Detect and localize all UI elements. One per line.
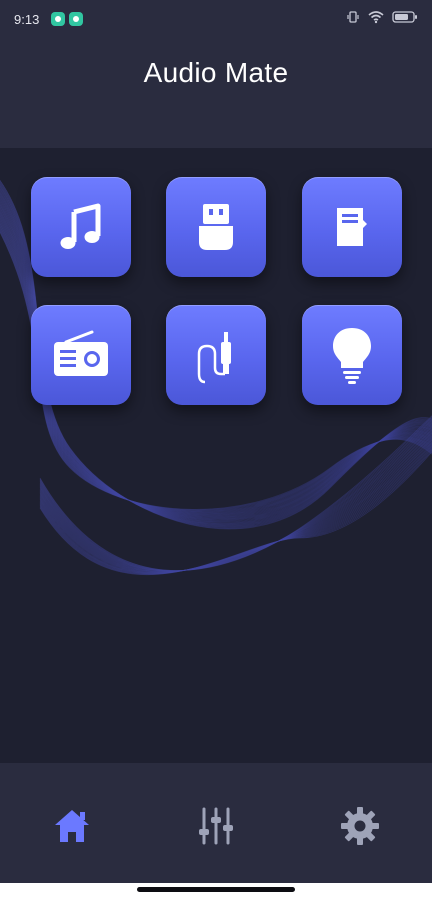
equalizer-icon — [199, 807, 233, 845]
sd-card-tile[interactable] — [302, 177, 402, 277]
home-icon — [55, 810, 89, 842]
status-bar: 9:13 — [0, 0, 432, 40]
radio-tile[interactable] — [31, 305, 131, 405]
status-icons — [346, 10, 418, 29]
nav-home-button[interactable] — [52, 806, 92, 846]
nav-equalizer-button[interactable] — [196, 806, 236, 846]
nav-settings-button[interactable] — [340, 806, 380, 846]
notification-app-icon — [51, 12, 65, 26]
app-header: Audio Mate — [0, 40, 432, 148]
gear-icon — [341, 807, 379, 845]
usb-drive-icon — [199, 204, 233, 250]
light-bulb-icon — [333, 328, 371, 384]
sd-card-icon — [337, 208, 367, 246]
music-note-icon — [60, 203, 101, 249]
light-tile[interactable] — [302, 305, 402, 405]
home-indicator[interactable] — [137, 887, 295, 892]
notification-app-icon — [69, 12, 83, 26]
aux-tile[interactable] — [166, 305, 266, 405]
music-tile[interactable] — [31, 177, 131, 277]
status-time: 9:13 — [14, 12, 40, 27]
battery-icon — [392, 10, 418, 29]
vibrate-icon — [346, 10, 360, 29]
bottom-nav — [0, 763, 432, 883]
wifi-icon — [368, 10, 384, 29]
usb-tile[interactable] — [166, 177, 266, 277]
main-content — [0, 148, 432, 763]
page-title: Audio Mate — [143, 57, 289, 88]
radio-icon — [54, 330, 108, 376]
aux-cable-icon — [197, 332, 231, 384]
